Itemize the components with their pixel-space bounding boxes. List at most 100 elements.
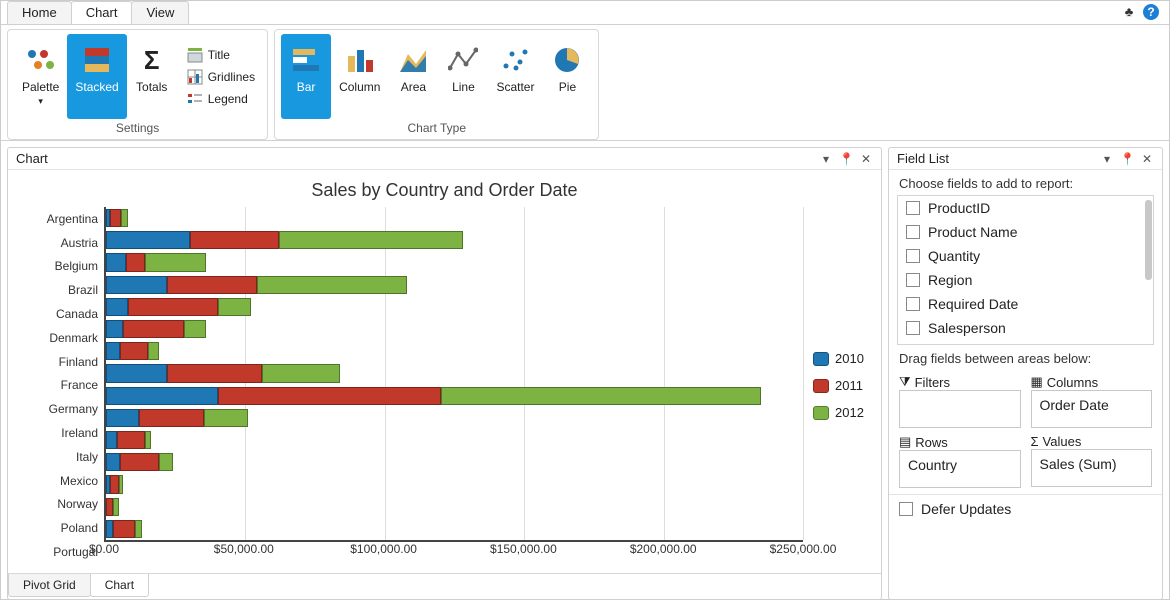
defer-updates-row[interactable]: Defer Updates bbox=[889, 494, 1162, 523]
bar-segment bbox=[126, 253, 146, 271]
fieldlist-fields[interactable]: ProductID Product Name Quantity Region Requi… bbox=[897, 195, 1154, 345]
tab-view[interactable]: View bbox=[131, 1, 189, 24]
y-category-label: Canada bbox=[56, 307, 98, 321]
scrollbar-thumb[interactable] bbox=[1145, 200, 1152, 280]
bar-segment bbox=[106, 520, 113, 538]
dropdown-icon[interactable]: ▾ bbox=[819, 152, 833, 166]
tab-chart[interactable]: Chart bbox=[71, 1, 133, 24]
fieldlist-dropdown-icon[interactable]: ▾ bbox=[1100, 152, 1114, 166]
field-name: Quantity bbox=[928, 248, 980, 264]
legend-toggle[interactable]: Legend bbox=[181, 89, 261, 109]
pie-label: Pie bbox=[559, 80, 576, 94]
bar-segment bbox=[262, 364, 340, 382]
bar-segment bbox=[106, 253, 126, 271]
x-tick: $0.00 bbox=[89, 542, 119, 556]
area-columns-box[interactable]: Order Date bbox=[1031, 390, 1153, 428]
pin-icon[interactable]: 📍 bbox=[839, 152, 853, 166]
palette-button[interactable]: Palette ▾ bbox=[14, 34, 67, 119]
field-row[interactable]: Salesperson bbox=[898, 316, 1153, 340]
ribbon-group-settings: Palette ▾ Stacked Σ Totals Title bbox=[7, 29, 268, 140]
bar-segment bbox=[139, 409, 203, 427]
field-name: Required Date bbox=[928, 296, 1018, 312]
x-tick: $150,000.00 bbox=[490, 542, 557, 556]
field-row[interactable]: Quantity bbox=[898, 244, 1153, 268]
legend-item: 2012 bbox=[813, 405, 867, 420]
top-tabstrip: Home Chart View ♣ ? bbox=[1, 1, 1169, 25]
stacked-icon bbox=[81, 44, 113, 76]
charttype-column-button[interactable]: Column bbox=[331, 34, 388, 119]
charttype-scatter-button[interactable]: Scatter bbox=[488, 34, 542, 119]
charttype-bar-button[interactable]: Bar bbox=[281, 34, 331, 119]
group-caption-settings: Settings bbox=[14, 119, 261, 137]
legend-item: 2011 bbox=[813, 378, 867, 393]
charttype-area-button[interactable]: Area bbox=[388, 34, 438, 119]
totals-button[interactable]: Σ Totals bbox=[127, 34, 177, 119]
field-row[interactable]: ProductID bbox=[898, 196, 1153, 220]
field-row[interactable]: Region bbox=[898, 268, 1153, 292]
filter-icon: ⧩ bbox=[899, 374, 911, 390]
y-category-label: Germany bbox=[49, 402, 98, 416]
bar-segment bbox=[121, 209, 128, 227]
charttype-pie-button[interactable]: Pie bbox=[542, 34, 592, 119]
stacked-label: Stacked bbox=[75, 80, 118, 94]
field-name: ProductID bbox=[928, 200, 990, 216]
bar-segment bbox=[167, 364, 262, 382]
bar-segment bbox=[441, 387, 762, 405]
fieldlist-header: Field List ▾ 📍 ✕ bbox=[889, 148, 1162, 170]
bar-segment bbox=[117, 431, 145, 449]
charttype-line-button[interactable]: Line bbox=[438, 34, 488, 119]
legend-toggle-label: Legend bbox=[208, 92, 248, 106]
bar-segment bbox=[218, 387, 441, 405]
bar-segment bbox=[106, 498, 113, 516]
y-category-label: Belgium bbox=[55, 259, 98, 273]
title-toggle[interactable]: Title bbox=[181, 45, 261, 65]
fieldlist-close-icon[interactable]: ✕ bbox=[1140, 152, 1154, 166]
field-checkbox[interactable] bbox=[906, 249, 920, 263]
chart-pane-header: Chart ▾ 📍 ✕ bbox=[8, 148, 881, 170]
field-row[interactable]: Required Date bbox=[898, 292, 1153, 316]
tab-home[interactable]: Home bbox=[7, 1, 72, 24]
fieldlist-pin-icon[interactable]: 📍 bbox=[1120, 152, 1134, 166]
scatter-icon bbox=[499, 44, 531, 76]
bar-segment bbox=[257, 276, 408, 294]
bar-segment bbox=[119, 475, 123, 493]
help-icon[interactable]: ? bbox=[1143, 4, 1159, 20]
area-values-box[interactable]: Sales (Sum) bbox=[1031, 449, 1153, 487]
line-icon bbox=[447, 44, 479, 76]
bottom-tab-chart[interactable]: Chart bbox=[90, 574, 149, 597]
field-checkbox[interactable] bbox=[906, 297, 920, 311]
field-checkbox[interactable] bbox=[906, 321, 920, 335]
gridlines-toggle[interactable]: Gridlines bbox=[181, 67, 261, 87]
fieldlist-choose-label: Choose fields to add to report: bbox=[889, 170, 1162, 195]
bar-segment bbox=[113, 498, 119, 516]
area-filters-box[interactable] bbox=[899, 390, 1021, 428]
chart-pane: Chart ▾ 📍 ✕ Sales by Country and Order D… bbox=[7, 147, 882, 600]
bar-segment bbox=[120, 342, 148, 360]
bar-segment bbox=[106, 298, 128, 316]
stacked-button[interactable]: Stacked bbox=[67, 34, 126, 119]
area-rows-box[interactable]: Country bbox=[899, 450, 1021, 488]
x-tick: $250,000.00 bbox=[770, 542, 837, 556]
defer-checkbox[interactable] bbox=[899, 502, 913, 516]
field-checkbox[interactable] bbox=[906, 201, 920, 215]
field-row[interactable]: Product Name bbox=[898, 220, 1153, 244]
bar-segment bbox=[110, 475, 118, 493]
close-icon[interactable]: ✕ bbox=[859, 152, 873, 166]
line-label: Line bbox=[452, 80, 475, 94]
title-icon bbox=[187, 47, 203, 63]
heart-icon[interactable]: ♣ bbox=[1121, 4, 1137, 20]
bar-segment bbox=[106, 231, 190, 249]
bar-segment bbox=[148, 342, 159, 360]
bar-segment bbox=[106, 387, 218, 405]
bar-label: Bar bbox=[297, 80, 316, 94]
area-label: Area bbox=[401, 80, 426, 94]
sigma-icon: Σ bbox=[1031, 434, 1039, 449]
field-checkbox[interactable] bbox=[906, 273, 920, 287]
legend-swatch bbox=[813, 352, 829, 366]
field-checkbox[interactable] bbox=[906, 225, 920, 239]
bottom-tab-pivotgrid[interactable]: Pivot Grid bbox=[8, 574, 91, 597]
legend-label: 2010 bbox=[835, 351, 864, 366]
area-filters-label: ⧩Filters bbox=[899, 374, 1021, 390]
bar-segment bbox=[167, 276, 256, 294]
y-category-label: Brazil bbox=[68, 283, 98, 297]
